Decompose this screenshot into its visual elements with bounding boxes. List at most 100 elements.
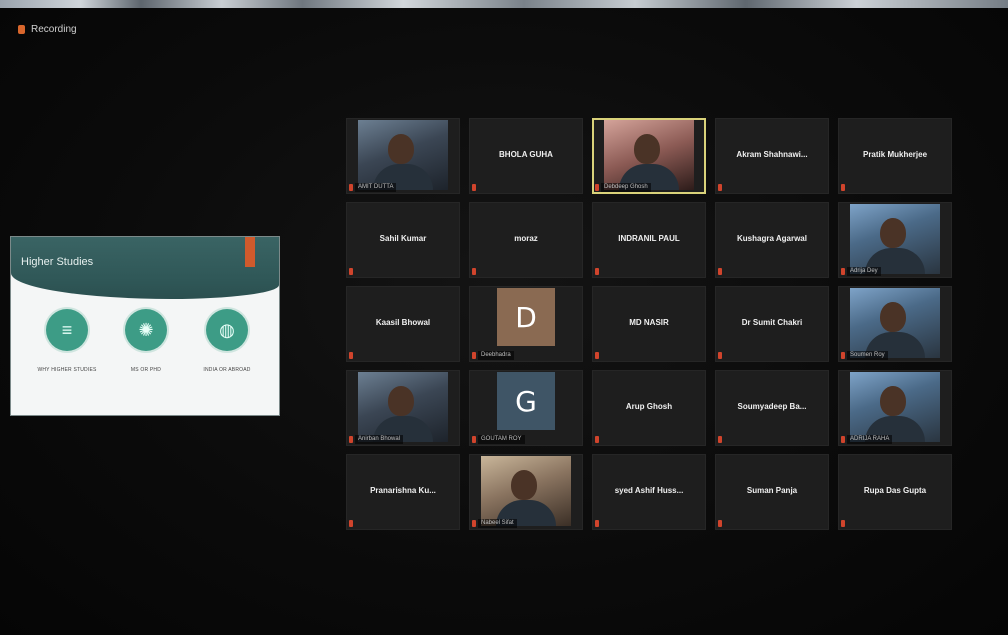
participant-label: Debdeep Ghosh	[601, 183, 651, 192]
participant-tile[interactable]: Pranarishna Ku...	[346, 454, 460, 530]
participant-name: Kaasil Bhowal	[375, 318, 431, 327]
mic-muted-icon	[595, 520, 599, 527]
books-icon: ≡	[46, 309, 88, 351]
mic-muted-icon	[472, 436, 476, 443]
mic-muted-icon	[472, 268, 476, 275]
recording-indicator: Recording	[18, 24, 77, 35]
participant-name: BHOLA GUHA	[499, 150, 553, 159]
participant-tile[interactable]: ADRIJA RAHA	[838, 370, 952, 446]
topic-label: WHY HIGHER STUDIES	[37, 367, 97, 373]
mic-muted-icon	[349, 436, 353, 443]
participant-name: INDRANIL PAUL	[618, 234, 680, 243]
mic-muted-icon	[595, 268, 599, 275]
participant-tile[interactable]: Kaasil Bhowal	[346, 286, 460, 362]
participant-name: MD NASIR	[629, 318, 669, 327]
participant-tile[interactable]: Soumen Roy	[838, 286, 952, 362]
mic-muted-icon	[841, 520, 845, 527]
mic-muted-icon	[718, 436, 722, 443]
mic-muted-icon	[349, 184, 353, 191]
topic-label: INDIA OR ABROAD	[203, 367, 251, 373]
mic-muted-icon	[718, 184, 722, 191]
participant-tile[interactable]: Suman Panja	[715, 454, 829, 530]
participant-name: Sahil Kumar	[379, 234, 427, 243]
participant-tile[interactable]: Sahil Kumar	[346, 202, 460, 278]
participant-tile[interactable]: Dr Sumit Chakri	[715, 286, 829, 362]
participant-tile[interactable]: Adrija Dey	[838, 202, 952, 278]
participant-tile[interactable]: Kushagra Agarwal	[715, 202, 829, 278]
slide-accent	[245, 237, 255, 267]
participant-figure	[880, 386, 906, 416]
participant-tile[interactable]: G GOUTAM ROY	[469, 370, 583, 446]
mic-muted-icon	[718, 352, 722, 359]
participant-name: Soumyadeep Ba...	[737, 402, 807, 411]
window-top-bar	[0, 0, 1008, 8]
participant-label: Soumen Roy	[847, 351, 888, 360]
participant-name: Akram Shahnawi...	[736, 150, 808, 159]
participant-tile[interactable]: MD NASIR	[592, 286, 706, 362]
topic-ms-or-phd: ✺ MS OR PHD	[106, 309, 186, 374]
slide-topics: ≡ WHY HIGHER STUDIES ✺ MS OR PHD ◍ INDIA…	[11, 309, 279, 409]
participant-figure	[388, 386, 414, 416]
participant-tile[interactable]: moraz	[469, 202, 583, 278]
participant-name: syed Ashif Huss...	[614, 486, 684, 495]
participant-tile[interactable]: INDRANIL PAUL	[592, 202, 706, 278]
participant-name: Arup Ghosh	[625, 402, 673, 411]
mic-muted-icon	[841, 268, 845, 275]
participant-tile[interactable]: Arup Ghosh	[592, 370, 706, 446]
participant-tile[interactable]: D Deebhadra	[469, 286, 583, 362]
recording-icon	[18, 25, 25, 34]
shared-screen[interactable]: Higher Studies ≡ WHY HIGHER STUDIES ✺ MS…	[10, 236, 280, 416]
topic-why-higher-studies: ≡ WHY HIGHER STUDIES	[27, 309, 107, 374]
participant-tile[interactable]: Soumyadeep Ba...	[715, 370, 829, 446]
participant-tile[interactable]: Debdeep Ghosh	[592, 118, 706, 194]
participant-tile[interactable]: BHOLA GUHA	[469, 118, 583, 194]
participant-tile[interactable]: Akram Shahnawi...	[715, 118, 829, 194]
participant-video	[481, 456, 571, 526]
participant-video	[358, 372, 448, 442]
mic-muted-icon	[349, 520, 353, 527]
topic-india-or-abroad: ◍ INDIA OR ABROAD	[187, 309, 267, 374]
participant-name: Dr Sumit Chakri	[741, 318, 803, 327]
mic-muted-icon	[841, 436, 845, 443]
recording-label: Recording	[31, 24, 77, 35]
mic-muted-icon	[841, 352, 845, 359]
participant-name: Pratik Mukherjee	[862, 150, 928, 159]
topic-label: MS OR PHD	[130, 367, 162, 373]
participant-label: ADRIJA RAHA	[847, 435, 893, 444]
mic-muted-icon	[472, 184, 476, 191]
participant-tile[interactable]: Nabeel Sifat	[469, 454, 583, 530]
mic-muted-icon	[472, 520, 476, 527]
participant-label: GOUTAM ROY	[478, 435, 525, 444]
participant-label: Adrija Dey	[847, 267, 881, 276]
participant-label: Deebhadra	[478, 351, 514, 360]
participant-label: Anirban Bhowal	[355, 435, 404, 444]
participant-name: Suman Panja	[746, 486, 798, 495]
participant-label: AMIT DUTTA	[355, 183, 397, 192]
participant-tile[interactable]: Anirban Bhowal	[346, 370, 460, 446]
participant-tile[interactable]: Rupa Das Gupta	[838, 454, 952, 530]
mic-muted-icon	[595, 184, 599, 191]
participant-avatar: D	[497, 288, 555, 346]
globe-icon: ◍	[206, 309, 248, 351]
participant-figure	[388, 134, 414, 164]
participant-name: Kushagra Agarwal	[737, 234, 807, 243]
participant-video	[850, 204, 940, 274]
participant-tile[interactable]: AMIT DUTTA	[346, 118, 460, 194]
participant-figure	[880, 302, 906, 332]
mic-muted-icon	[718, 268, 722, 275]
participant-video	[850, 372, 940, 442]
mic-muted-icon	[349, 268, 353, 275]
participant-tile[interactable]: Pratik Mukherjee	[838, 118, 952, 194]
participant-tile[interactable]: syed Ashif Huss...	[592, 454, 706, 530]
mic-muted-icon	[841, 184, 845, 191]
mic-muted-icon	[472, 352, 476, 359]
participant-name: Pranarishna Ku...	[370, 486, 436, 495]
participant-label: Nabeel Sifat	[478, 519, 517, 528]
participant-video	[604, 120, 694, 190]
slide-title: Higher Studies	[21, 256, 94, 268]
mic-muted-icon	[595, 352, 599, 359]
participant-figure	[511, 470, 537, 500]
participant-gallery: AMIT DUTTA BHOLA GUHA Debdeep Ghosh Akram S…	[346, 118, 954, 536]
mic-muted-icon	[595, 436, 599, 443]
mic-muted-icon	[718, 520, 722, 527]
